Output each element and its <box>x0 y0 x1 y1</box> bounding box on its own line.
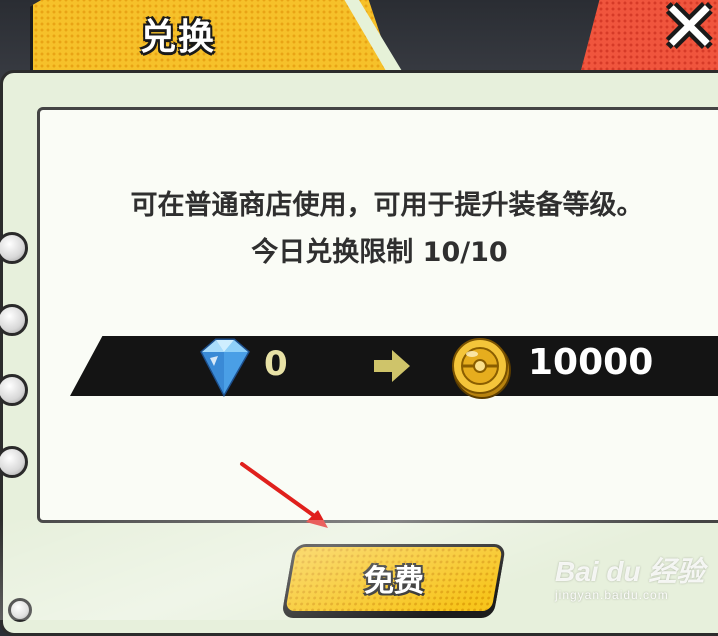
arrow-right-icon <box>374 350 410 382</box>
watermark-brand: Bai du 经验 <box>555 556 705 587</box>
watermark: Bai du 经验 jingyan.baidu.com <box>555 550 715 602</box>
banner-corner-decoration <box>694 374 718 396</box>
watermark-url: jingyan.baidu.com <box>555 588 669 602</box>
dialog-title: 兑换 <box>140 17 217 58</box>
cost-amount: 0 <box>264 344 288 384</box>
item-description: 可在普通商店使用，可用于提升装备等级。 <box>130 190 644 221</box>
gold-coin-icon <box>452 338 511 399</box>
close-icon[interactable]: ✕ <box>660 0 718 62</box>
content-card <box>37 107 718 523</box>
diamond-icon <box>200 338 250 398</box>
exchange-limit: 今日兑换限制 10/10 <box>251 237 508 268</box>
reward-amount: 10000 <box>528 342 654 383</box>
